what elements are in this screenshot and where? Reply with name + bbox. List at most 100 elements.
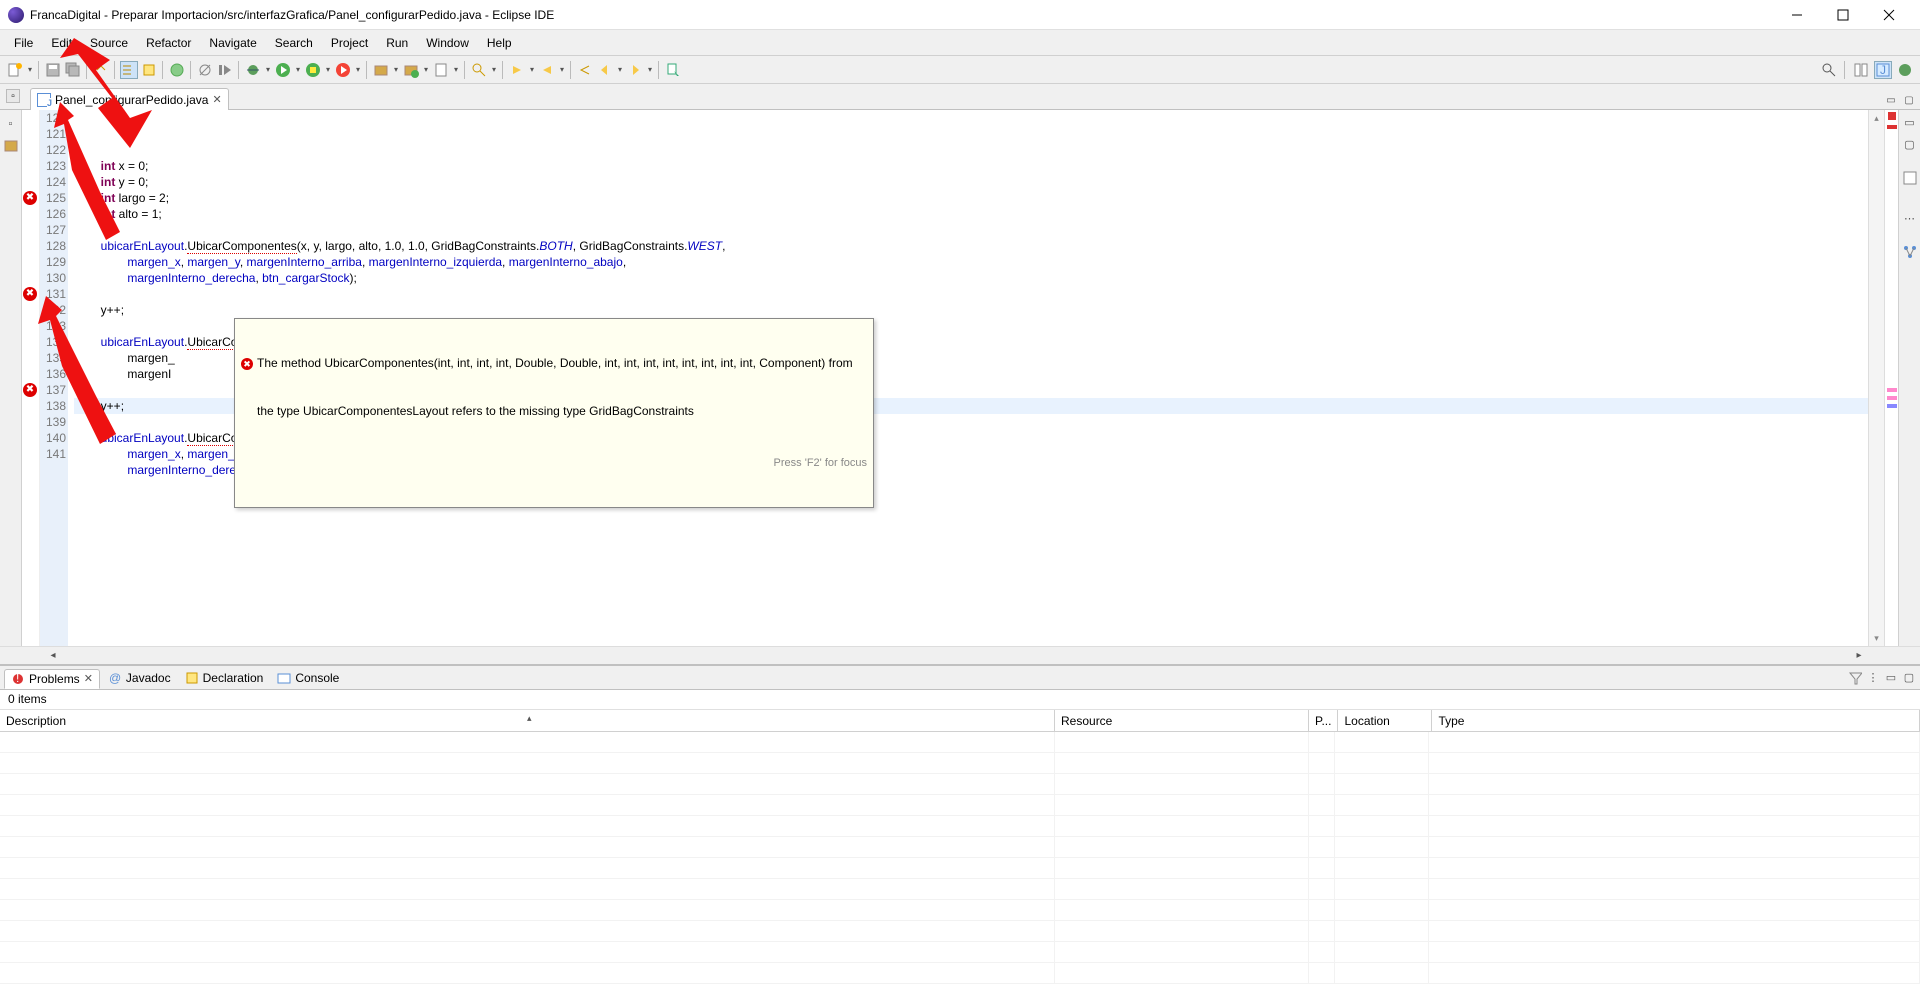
error-marker-icon[interactable]: ✖ — [23, 191, 37, 205]
view-menu-button[interactable]: ⋮ — [1866, 671, 1880, 685]
table-row[interactable] — [0, 963, 1920, 984]
panel-maximize-button[interactable]: ▢ — [1902, 671, 1916, 685]
save-button[interactable] — [44, 61, 62, 79]
scroll-right-button[interactable]: ▸ — [1850, 647, 1868, 664]
open-perspective-button[interactable] — [1852, 61, 1870, 79]
undo-button[interactable] — [92, 61, 110, 79]
new-button[interactable] — [6, 61, 24, 79]
restore-package-explorer[interactable]: ▫ — [3, 116, 19, 132]
search-button[interactable] — [470, 61, 488, 79]
toggle-breadcrumb-button[interactable] — [120, 61, 138, 79]
editor-minimize-button[interactable]: ▭ — [1884, 93, 1898, 107]
back-button[interactable] — [596, 61, 614, 79]
menu-window[interactable]: Window — [418, 32, 477, 54]
search-dropdown[interactable]: ▾ — [490, 61, 498, 79]
vertical-scrollbar[interactable]: ▴ ▾ — [1868, 110, 1884, 646]
table-row[interactable] — [0, 858, 1920, 879]
menu-source[interactable]: Source — [82, 32, 136, 54]
toggle-mark-button[interactable] — [140, 61, 158, 79]
debug-button[interactable] — [244, 61, 262, 79]
debug-perspective-button[interactable] — [1896, 61, 1914, 79]
new-class-button[interactable] — [402, 61, 420, 79]
table-row[interactable] — [0, 879, 1920, 900]
forward-button[interactable] — [626, 61, 644, 79]
table-row[interactable] — [0, 942, 1920, 963]
maximize-button[interactable] — [1820, 0, 1866, 30]
restore-right-panel-2[interactable]: ▢ — [1902, 136, 1918, 152]
close-icon[interactable]: ✕ — [84, 672, 93, 685]
overview-mark[interactable] — [1887, 396, 1897, 400]
tab-console[interactable]: Console — [271, 668, 345, 688]
prev-dropdown[interactable]: ▾ — [558, 61, 566, 79]
run-button[interactable] — [274, 61, 292, 79]
resume-button[interactable] — [216, 61, 234, 79]
menu-search[interactable]: Search — [267, 32, 321, 54]
skip-all-breakpoints[interactable] — [196, 61, 214, 79]
error-marker-icon[interactable]: ✖ — [23, 383, 37, 397]
source-dropdown[interactable]: ▾ — [452, 61, 460, 79]
outline-view-icon[interactable] — [1902, 170, 1918, 186]
code-line[interactable]: int alto = 1; — [74, 206, 1884, 222]
last-edit-button[interactable] — [576, 61, 594, 79]
code-line[interactable]: ubicarEnLayout.UbicarComponentes(x, y, l… — [74, 238, 1884, 254]
tab-declaration[interactable]: Declaration — [179, 668, 270, 688]
java-perspective-button[interactable]: J — [1874, 61, 1892, 79]
restore-left-panel[interactable]: ▫ — [6, 89, 20, 103]
overview-mark[interactable] — [1887, 125, 1897, 129]
scroll-up-button[interactable]: ▴ — [1869, 110, 1884, 126]
class-dropdown[interactable]: ▾ — [422, 61, 430, 79]
menu-run[interactable]: Run — [378, 32, 416, 54]
table-row[interactable] — [0, 921, 1920, 942]
marker-column[interactable]: ✖ ✖ ✖ — [22, 110, 40, 646]
code-line[interactable]: int y = 0; — [74, 174, 1884, 190]
table-row[interactable] — [0, 774, 1920, 795]
menu-file[interactable]: File — [6, 32, 41, 54]
save-all-button[interactable] — [64, 61, 82, 79]
overview-mark[interactable] — [1887, 404, 1897, 408]
menu-project[interactable]: Project — [323, 32, 376, 54]
quick-access-button[interactable] — [1820, 61, 1838, 79]
problems-body[interactable] — [0, 732, 1920, 984]
close-tab-icon[interactable]: ✕ — [212, 93, 221, 106]
overview-mark[interactable] — [1887, 388, 1897, 392]
new-dropdown[interactable]: ▾ — [26, 61, 34, 79]
pinned-button[interactable] — [664, 61, 682, 79]
column-resource[interactable]: Resource — [1055, 710, 1309, 731]
coverage-button[interactable] — [304, 61, 322, 79]
new-source-button[interactable] — [432, 61, 450, 79]
panel-minimize-button[interactable]: ▭ — [1884, 671, 1898, 685]
coverage-dropdown[interactable]: ▾ — [324, 61, 332, 79]
filter-button[interactable] — [1848, 671, 1862, 685]
table-row[interactable] — [0, 816, 1920, 837]
menu-refactor[interactable]: Refactor — [138, 32, 199, 54]
table-row[interactable] — [0, 900, 1920, 921]
close-button[interactable] — [1866, 0, 1912, 30]
minimize-button[interactable] — [1774, 0, 1820, 30]
column-description[interactable]: Description ▴ — [0, 710, 1055, 731]
forward-dropdown[interactable]: ▾ — [646, 61, 654, 79]
column-type[interactable]: Type — [1432, 710, 1920, 731]
overview-ruler[interactable] — [1884, 110, 1898, 646]
column-location[interactable]: Location — [1338, 710, 1432, 731]
package-explorer-icon[interactable] — [3, 138, 19, 154]
editor-maximize-button[interactable]: ▢ — [1902, 93, 1916, 107]
table-row[interactable] — [0, 753, 1920, 774]
table-row[interactable] — [0, 837, 1920, 858]
tasks-view-icon[interactable]: ⋯ — [1902, 210, 1918, 226]
next-annotation-button[interactable] — [508, 61, 526, 79]
external-tools-button[interactable] — [334, 61, 352, 79]
prev-annotation-button[interactable] — [538, 61, 556, 79]
horizontal-scrollbar[interactable]: ◂ ▸ — [0, 646, 1920, 664]
editor-tab[interactable]: Panel_configurarPedido.java ✕ — [30, 88, 229, 110]
table-row[interactable] — [0, 732, 1920, 753]
error-marker-icon[interactable]: ✖ — [23, 287, 37, 301]
hierarchy-view-icon[interactable] — [1902, 244, 1918, 260]
code-lines[interactable]: int x = 0; int y = 0; int largo = 2; int… — [68, 110, 1884, 646]
debug-dropdown[interactable]: ▾ — [264, 61, 272, 79]
restore-right-panel[interactable]: ▭ — [1902, 114, 1918, 130]
code-line[interactable]: margenInterno_derecha, btn_cargarStock); — [74, 270, 1884, 286]
new-package-button[interactable] — [372, 61, 390, 79]
code-line[interactable]: margen_x, margen_y, margenInterno_arriba… — [74, 254, 1884, 270]
tab-javadoc[interactable]: @ Javadoc — [102, 668, 177, 688]
package-dropdown[interactable]: ▾ — [392, 61, 400, 79]
